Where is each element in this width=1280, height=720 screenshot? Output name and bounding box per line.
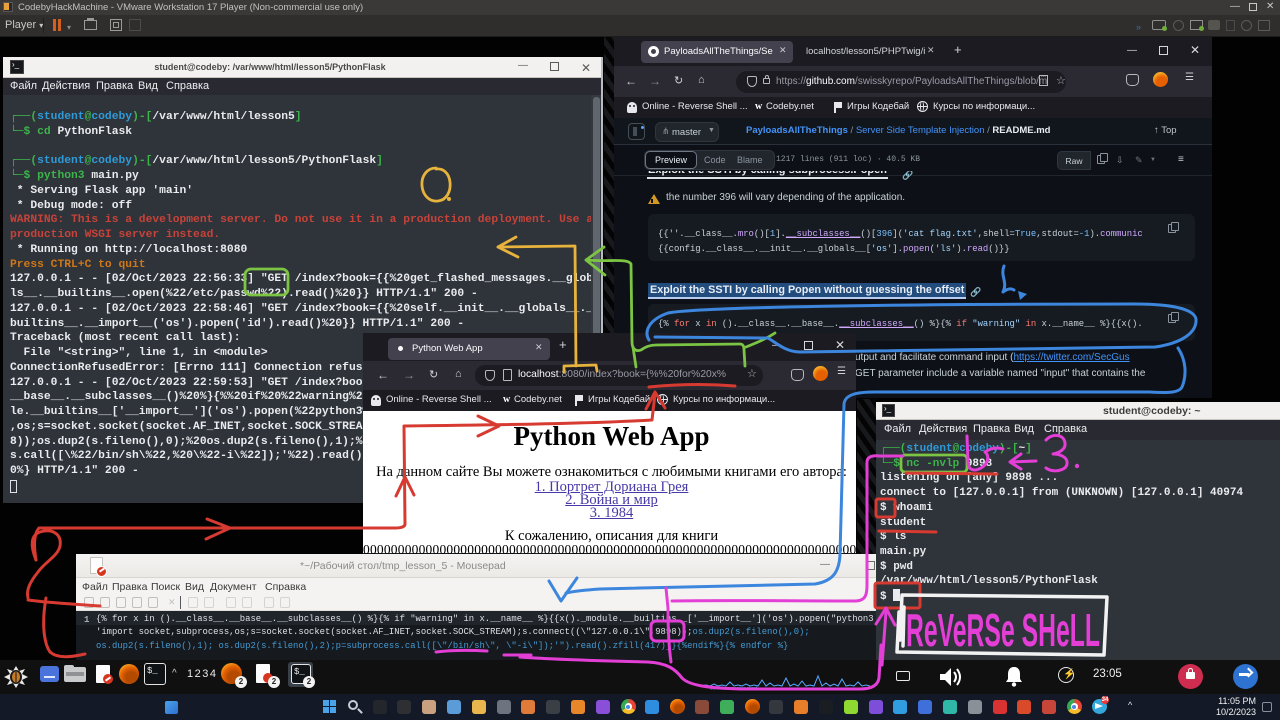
- svg-text:ReVeRSe SHeLL: ReVeRSe SHeLL: [906, 604, 1100, 656]
